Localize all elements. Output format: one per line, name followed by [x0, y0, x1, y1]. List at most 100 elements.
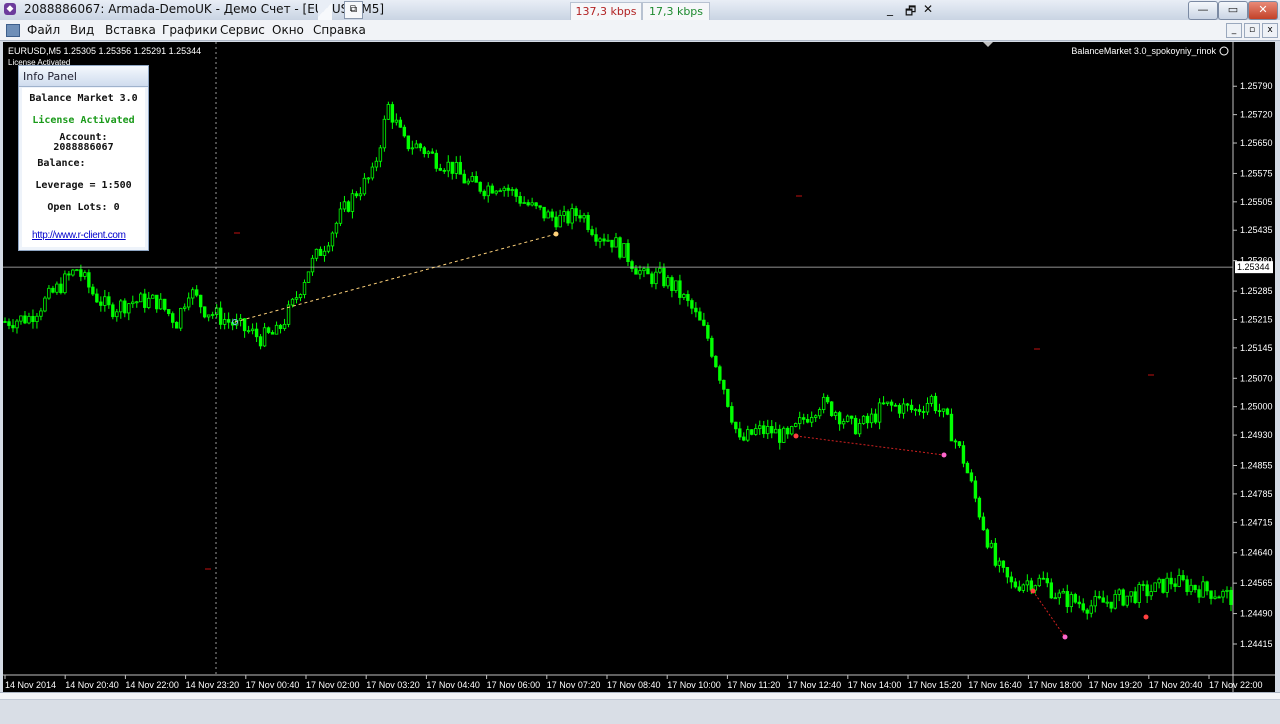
candle-body	[686, 294, 690, 301]
candle-body	[1097, 596, 1101, 599]
trade-open-marker-3	[1030, 588, 1036, 594]
minimize-button[interactable]: —	[1188, 1, 1218, 20]
candle-body	[738, 428, 742, 438]
candle-body	[889, 401, 894, 406]
candle-body	[522, 202, 526, 204]
candle-body	[131, 301, 135, 305]
candle-body	[1129, 591, 1133, 597]
candlestick-chart-svg[interactable]: 1.25790 1.25720 1.25650 1.25575 1.25505 1.254…	[3, 42, 1275, 692]
candle-body	[762, 425, 766, 435]
restore-chart-icon[interactable]: ⧉	[344, 1, 363, 19]
candle-body	[115, 311, 119, 318]
candle-body	[438, 167, 442, 171]
candle-body	[718, 366, 722, 381]
candle-body	[310, 257, 315, 273]
candle-body	[422, 147, 427, 155]
maximize-button[interactable]: ▭	[1218, 1, 1248, 20]
info-panel[interactable]: Info Panel Balance Market 3.0 License Ac…	[18, 65, 149, 251]
menu-view[interactable]: Вид	[70, 23, 94, 37]
candle-body	[805, 418, 810, 423]
menu-bar: Файл Вид Вставка Графики Сервис Окно Спр…	[0, 20, 1280, 41]
mdi-close-button[interactable]: x	[1262, 23, 1278, 38]
candle-body	[71, 269, 75, 276]
close-button[interactable]: ✕	[1248, 1, 1278, 20]
candle-body	[562, 211, 566, 216]
trade-close-marker	[553, 231, 559, 237]
candle-body	[1177, 575, 1181, 587]
candle-body	[250, 328, 255, 332]
candle-body	[1045, 578, 1050, 584]
candle-body	[314, 248, 319, 259]
chart-shift-marker	[983, 42, 993, 47]
candle-body	[143, 293, 147, 308]
y-tick-label: 1.25435	[1240, 225, 1273, 235]
candle-body	[262, 327, 267, 347]
indicator-settings-icon	[1219, 46, 1229, 56]
candle-body	[1013, 581, 1018, 588]
y-tick-label: 1.24785	[1240, 489, 1273, 499]
status-strip	[0, 693, 1280, 700]
mdi-restore-button[interactable]: ▫	[1244, 23, 1260, 38]
menu-file[interactable]: Файл	[27, 23, 60, 37]
candle-body	[334, 222, 339, 234]
mdi-minimize-button[interactable]: _	[1226, 23, 1242, 38]
candle-body	[825, 396, 830, 403]
candle-body	[1225, 589, 1229, 592]
candle-body	[382, 118, 387, 149]
candle-body	[993, 542, 998, 566]
product-name: Balance Market 3.0	[29, 93, 138, 104]
candle-body	[1205, 581, 1209, 592]
website-link[interactable]: http://www.r-client.com	[32, 230, 126, 241]
menu-charts[interactable]: Графики	[162, 23, 217, 37]
candle-body	[969, 472, 974, 482]
candle-body	[698, 311, 702, 321]
candle-body	[402, 126, 407, 137]
candle-body	[490, 185, 494, 194]
candle-body	[590, 229, 594, 236]
candle-body	[642, 268, 646, 272]
y-tick-label: 1.24415	[1240, 639, 1273, 649]
y-tick-label: 1.25145	[1240, 343, 1273, 353]
menu-window[interactable]: Окно	[272, 23, 304, 37]
candle-body	[873, 413, 878, 423]
candle-body	[666, 277, 670, 287]
candle-body	[426, 151, 431, 155]
candle-body	[206, 314, 211, 318]
candle-body	[43, 297, 47, 312]
menu-help[interactable]: Справка	[313, 23, 366, 37]
candle-body	[985, 529, 990, 548]
indicator-label: BalanceMarket 3.0_spokoyniy_rinok	[1071, 46, 1216, 56]
x-tick-label: 17 Nov 10:00	[667, 680, 721, 690]
candle-body	[218, 307, 223, 325]
y-tick-label: 1.24855	[1240, 461, 1273, 471]
menu-insert[interactable]: Вставка	[105, 23, 156, 37]
candle-body	[961, 445, 966, 464]
chart-window-icon[interactable]	[6, 24, 20, 37]
chart-close-button[interactable]: ✕	[923, 2, 933, 16]
candle-body	[714, 355, 718, 368]
candle-body	[474, 176, 478, 183]
info-panel-header[interactable]: Info Panel	[19, 66, 148, 87]
candle-body	[198, 294, 203, 308]
candle-body	[1201, 581, 1205, 598]
candle-body	[494, 190, 498, 194]
chart-minimize-button[interactable]: _	[887, 2, 893, 16]
candle-body	[290, 298, 295, 306]
x-tick-label: 14 Nov 2014	[5, 680, 56, 690]
x-tick-label: 17 Nov 11:20	[727, 680, 780, 690]
price-chart[interactable]: 1.25790 1.25720 1.25650 1.25575 1.25505 1.254…	[3, 42, 1275, 692]
candle-body	[726, 388, 730, 407]
candle-body	[1149, 591, 1153, 597]
balance-label: Balance:	[37, 158, 86, 169]
x-tick-label: 17 Nov 18:00	[1028, 680, 1082, 690]
candle-body	[710, 337, 714, 357]
candle-body	[418, 143, 423, 149]
candle-body	[326, 245, 331, 252]
candle-body	[190, 289, 195, 299]
candle-body	[929, 395, 934, 404]
candle-body	[1093, 596, 1097, 607]
candle-body	[1017, 586, 1022, 591]
candle-body	[1217, 596, 1221, 599]
y-tick-label: 1.25505	[1240, 197, 1273, 207]
menu-tools[interactable]: Сервис	[220, 23, 265, 37]
